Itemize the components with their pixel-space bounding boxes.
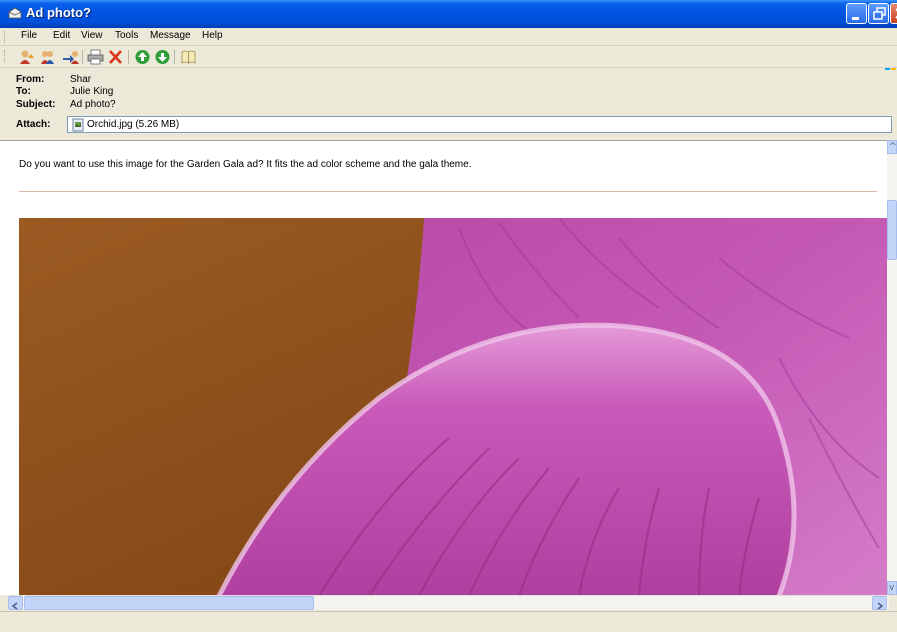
print-icon[interactable]	[87, 49, 104, 65]
reply-icon[interactable]	[18, 49, 35, 65]
minimize-button[interactable]	[846, 3, 867, 24]
vertical-scroll-thumb[interactable]	[887, 200, 897, 260]
menu-edit[interactable]: Edit	[53, 30, 70, 41]
menu-view[interactable]: View	[81, 30, 103, 41]
attachment-field: Orchid.jpg (5.26 MB)	[67, 116, 892, 133]
subject-label: Subject:	[16, 99, 56, 110]
divider	[19, 191, 877, 192]
orchid-photo	[19, 218, 887, 595]
message-text: Do you want to use this image for the Ga…	[19, 159, 472, 170]
image-file-icon[interactable]	[71, 118, 85, 132]
window-title: Ad photo?	[26, 5, 91, 20]
menu-help[interactable]: Help	[202, 30, 223, 41]
delete-icon[interactable]	[107, 49, 124, 65]
vertical-scrollbar[interactable]: ^ v	[887, 140, 897, 595]
menu-tools[interactable]: Tools	[115, 30, 138, 41]
chevron-down-icon: v	[889, 583, 895, 593]
menu-grip[interactable]	[4, 31, 7, 43]
forward-icon[interactable]	[62, 49, 79, 65]
toolbar-separator	[174, 50, 175, 64]
message-body[interactable]: Do you want to use this image for the Ga…	[0, 140, 887, 595]
menu-bar: File Edit View Tools Message Help	[0, 28, 897, 70]
chevron-up-icon: ^	[889, 142, 897, 152]
menu-file[interactable]: File	[21, 30, 37, 41]
horizontal-scrollbar[interactable]	[8, 595, 889, 610]
title-bar[interactable]: Ad photo?	[0, 0, 897, 28]
close-button[interactable]	[890, 3, 897, 24]
close-icon	[895, 8, 897, 19]
toolbar-grip[interactable]	[4, 50, 7, 62]
reply-all-icon[interactable]	[40, 49, 57, 65]
toolbar-separator	[82, 50, 83, 64]
minimize-icon	[852, 17, 859, 20]
subject-value: Ad photo?	[70, 99, 116, 110]
attach-label: Attach:	[16, 119, 51, 130]
restore-button[interactable]	[868, 3, 889, 24]
from-label: From:	[16, 74, 45, 85]
from-value: Shar	[70, 74, 92, 85]
toolbar	[0, 46, 897, 68]
previous-icon[interactable]	[134, 49, 151, 65]
scroll-down-button[interactable]: v	[887, 581, 897, 595]
to-label: To:	[16, 86, 31, 97]
scroll-left-button[interactable]	[8, 596, 23, 610]
toolbar-separator	[128, 50, 129, 64]
message-window: Ad photo? File Edit View Tools Message H…	[0, 0, 897, 632]
horizontal-scroll-thumb[interactable]	[24, 596, 314, 610]
attachment-orchid[interactable]: Orchid.jpg (5.26 MB)	[87, 119, 179, 130]
restore-icon	[873, 7, 886, 20]
address-book-icon[interactable]	[180, 49, 197, 65]
next-icon[interactable]	[154, 49, 171, 65]
menu-message[interactable]: Message	[150, 30, 191, 41]
mail-icon	[8, 7, 22, 19]
status-bar	[0, 611, 897, 632]
scroll-right-button[interactable]	[872, 596, 887, 610]
scroll-up-button[interactable]: ^	[887, 140, 897, 154]
to-value: Julie King	[70, 86, 114, 97]
